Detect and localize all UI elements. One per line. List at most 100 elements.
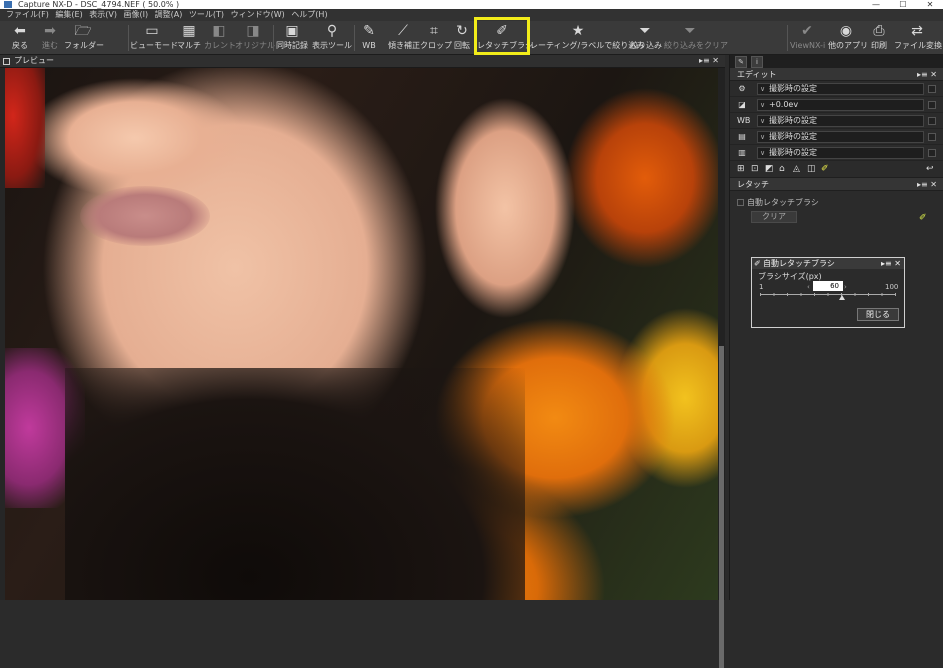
multi-icon: ▦: [182, 23, 196, 39]
edit-row-exposure: ◪ +0.0ev: [730, 97, 943, 113]
retouch-panel-controls[interactable]: ▸≡ ✕: [917, 178, 937, 191]
retouch-panel-header[interactable]: レタッチ ▸≡ ✕: [730, 178, 943, 191]
forward-button[interactable]: ➡ 進む: [36, 23, 64, 53]
levels-icon[interactable]: ⊞: [737, 164, 745, 174]
undo-icon[interactable]: ↩: [926, 164, 934, 174]
menu-view[interactable]: 表示(V): [89, 10, 117, 19]
row-checkbox[interactable]: [928, 101, 936, 109]
edit-row-white-balance: WB 撮影時の設定: [730, 113, 943, 129]
slider-knob[interactable]: [839, 295, 845, 300]
toolbar-separator: [273, 25, 274, 51]
wb-button[interactable]: ✎ WB: [358, 23, 380, 53]
edit-panel-controls[interactable]: ▸≡ ✕: [917, 68, 937, 81]
edit-tools-row: ⊞ ⊡ ◩ ⌂ ◬ ◫ ✐ ↩: [730, 161, 943, 178]
dialog-controls[interactable]: ▸≡ ✕: [881, 258, 901, 269]
dlighting-icon: ▥: [738, 148, 746, 157]
tab-edit[interactable]: ✎: [735, 56, 747, 68]
white-balance-select[interactable]: 撮影時の設定: [757, 115, 924, 127]
preview-scrollbar[interactable]: [718, 68, 725, 668]
brush-size-input[interactable]: 60: [813, 281, 843, 291]
preview-image[interactable]: [5, 68, 718, 600]
edit-row-dlighting: ▥ 撮影時の設定: [730, 145, 943, 161]
preview-header: プレビュー ▸≡ ✕: [0, 55, 725, 68]
multi-button[interactable]: ▦ マルチ: [176, 23, 202, 53]
retouch-tool-icon[interactable]: ✐: [821, 164, 829, 174]
filter-clear-icon: ⏷: [684, 23, 696, 39]
menu-help[interactable]: ヘルプ(H): [291, 10, 327, 19]
rotate-icon: ↻: [456, 23, 468, 39]
simultaneous-record-button[interactable]: ▣ 同時記録: [275, 23, 309, 53]
menu-tools[interactable]: ツール(T): [189, 10, 224, 19]
original-icon: ◨: [246, 23, 260, 39]
menu-window[interactable]: ウィンドウ(W): [231, 10, 285, 19]
curves-icon[interactable]: ◩: [765, 164, 774, 174]
back-button[interactable]: ⬅ 戻る: [6, 23, 34, 53]
dialog-title: 自動レタッチブラシ: [763, 259, 835, 268]
close-window-button[interactable]: ✕: [920, 0, 940, 9]
folder-button[interactable]: 🗁 フォルダー: [64, 23, 104, 53]
tab-info[interactable]: i: [751, 56, 763, 68]
toolbar-separator: [787, 25, 788, 51]
menu-file[interactable]: ファイル(F): [6, 10, 49, 19]
row-checkbox[interactable]: [928, 117, 936, 125]
decrement-icon[interactable]: ‹: [807, 283, 810, 291]
increment-icon[interactable]: ›: [844, 283, 847, 291]
menu-edit[interactable]: 編集(E): [55, 10, 82, 19]
crop-tool-icon[interactable]: ⊡: [751, 164, 759, 174]
menu-adjust[interactable]: 調整(A): [155, 10, 183, 19]
print-button[interactable]: ⎙ 印刷: [868, 23, 890, 53]
clear-button[interactable]: クリア: [751, 211, 797, 223]
current-button[interactable]: ◧ カレント: [204, 23, 236, 53]
row-checkbox[interactable]: [928, 133, 936, 141]
scrollbar-thumb[interactable]: [719, 346, 724, 668]
minimize-button[interactable]: —: [866, 0, 886, 9]
dialog-header: ✐ 自動レタッチブラシ ▸≡ ✕: [752, 258, 904, 269]
brush-icon: ✐: [754, 259, 761, 268]
edit-row-picture: ▤ 撮影時の設定: [730, 129, 943, 145]
auto-retouch-checkbox[interactable]: 自動レタッチブラシ: [737, 197, 819, 208]
row-checkbox[interactable]: [928, 149, 936, 157]
display-tool-icon: ⚲: [326, 23, 338, 39]
arrow-left-icon: ⬅: [14, 23, 26, 39]
display-tool-button[interactable]: ⚲ 表示ツール: [312, 23, 352, 53]
tilt-correction-button[interactable]: ⟋ 傾き補正: [388, 23, 420, 53]
lch-icon[interactable]: ⌂: [779, 164, 785, 174]
viewnx-button[interactable]: ✔ ViewNX-i: [790, 23, 825, 53]
original-button[interactable]: ◨ オリジナル: [235, 23, 275, 53]
slider-min: 1: [759, 283, 764, 291]
maximize-button[interactable]: ☐: [893, 0, 913, 9]
view-mode-button[interactable]: ▭ ビューモード: [130, 23, 178, 53]
camera-icon[interactable]: ◫: [807, 164, 816, 174]
color-icon[interactable]: ◬: [793, 164, 800, 174]
printer-icon: ⎙: [873, 23, 885, 39]
right-panel: ✎ i エディット ▸≡ ✕ ⚙ 撮影時の設定 ◪ +0.0ev WB 撮影時の…: [729, 55, 943, 600]
exposure-select[interactable]: +0.0ev: [757, 99, 924, 111]
checkbox-box[interactable]: [737, 199, 744, 206]
picture-icon: ▤: [738, 132, 746, 141]
lips-area: [80, 186, 210, 246]
menu-image[interactable]: 画像(I): [124, 10, 149, 19]
picture-control-select[interactable]: 撮影時の設定: [757, 83, 924, 95]
picture-select[interactable]: 撮影時の設定: [757, 131, 924, 143]
dialog-close-button[interactable]: 閉じる: [857, 308, 899, 321]
brush-icon[interactable]: ✐: [919, 213, 927, 223]
edit-panel-title: エディット: [737, 70, 777, 79]
record-icon: ▣: [285, 23, 299, 39]
clear-filter-button[interactable]: ⏷ 絞り込みをクリア: [664, 23, 728, 53]
row-checkbox[interactable]: [928, 85, 936, 93]
other-apps-button[interactable]: ◉ 他のアプリ: [828, 23, 868, 53]
toolbar-separator: [128, 25, 129, 51]
hair-area: [65, 368, 525, 600]
crop-icon: ⌗: [430, 23, 438, 39]
eyedropper-icon: ✎: [363, 23, 375, 39]
rating-filter-button[interactable]: ★ レーティング/ラベルで絞り込み: [530, 23, 644, 53]
edit-panel-header[interactable]: エディット ▸≡ ✕: [730, 68, 943, 81]
preview-controls[interactable]: ▸≡ ✕: [699, 55, 719, 67]
dlighting-select[interactable]: 撮影時の設定: [757, 147, 924, 159]
filter-button[interactable]: ⏷ 絞り込み: [630, 23, 662, 53]
rotate-button[interactable]: ↻ 回転: [451, 23, 473, 53]
red-flower-area: [5, 68, 45, 188]
crop-button[interactable]: ⌗ クロップ: [420, 23, 452, 53]
slider-ticks: [760, 293, 896, 296]
file-convert-button[interactable]: ⇄ ファイル変換: [894, 23, 942, 53]
